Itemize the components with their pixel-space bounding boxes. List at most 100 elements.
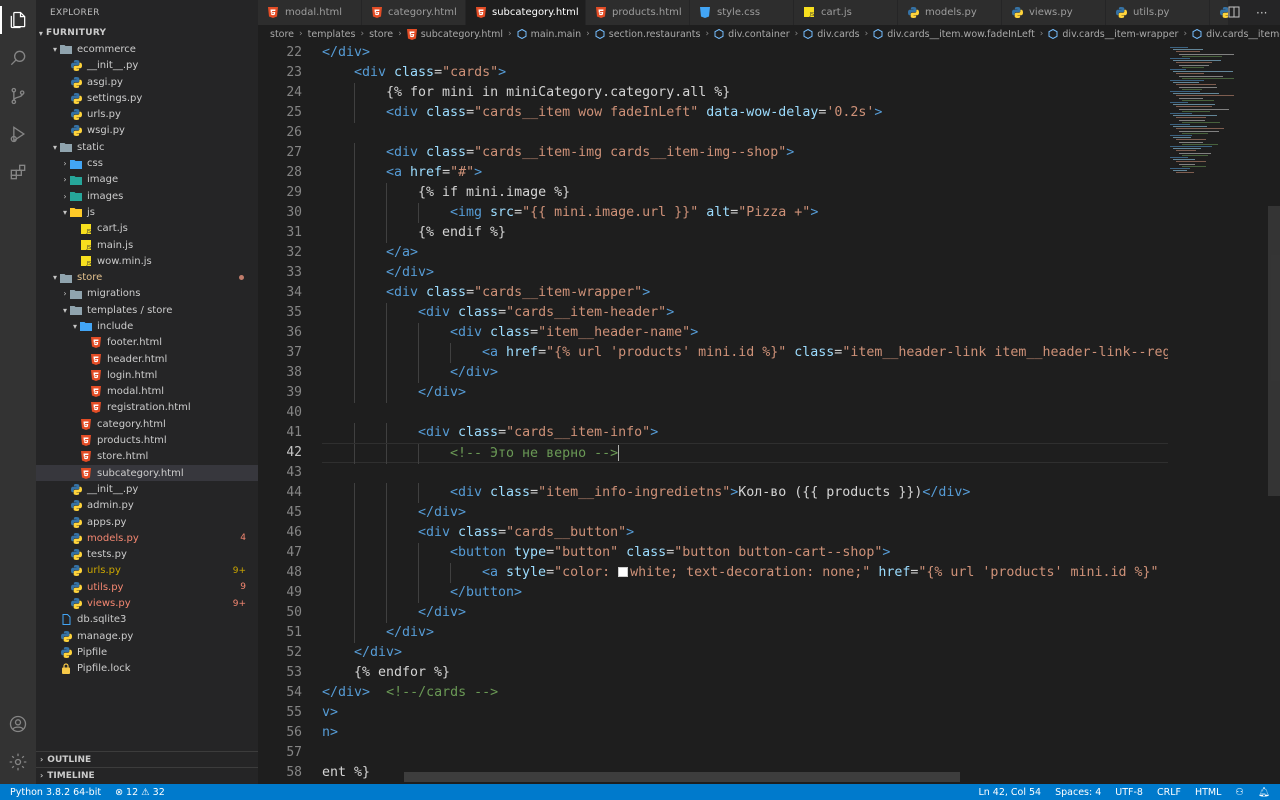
code-line[interactable]: {% for mini in miniCategory.category.all… <box>322 83 1168 103</box>
code-line[interactable]: <div class="cards__item-wrapper"> <box>322 283 1168 303</box>
tree-file[interactable]: settings.py <box>36 90 258 106</box>
code-line[interactable]: </div> <box>322 643 1168 663</box>
tree-file[interactable]: header.html <box>36 351 258 367</box>
tree-folder[interactable]: ▾ js <box>36 204 258 220</box>
breadcrumb-item[interactable]: div.cards__item.wow.fadeInLeft <box>873 29 1035 40</box>
code-line[interactable]: </div> <box>322 43 1168 63</box>
code-line[interactable] <box>322 743 1168 763</box>
notifications-bell-icon[interactable]: 🔔︎ <box>1258 787 1270 798</box>
settings-gear-icon[interactable] <box>0 744 36 780</box>
more-actions-icon[interactable]: ··· <box>1256 6 1267 20</box>
breadcrumb-item[interactable]: main.main <box>517 29 581 40</box>
tree-folder[interactable]: ▾ static <box>36 139 258 155</box>
tree-file[interactable]: JS cart.js <box>36 221 258 237</box>
code-line[interactable]: <div class="cards__button"> <box>322 523 1168 543</box>
extensions-icon[interactable] <box>0 154 36 190</box>
code-line[interactable]: n> <box>322 723 1168 743</box>
tree-file[interactable]: tests.py <box>36 547 258 563</box>
breadcrumb-item[interactable]: templates <box>308 29 356 40</box>
code-line[interactable]: <div class="cards__item-img cards__item-… <box>322 143 1168 163</box>
color-swatch[interactable] <box>618 567 629 577</box>
tree-folder[interactable]: › migrations <box>36 286 258 302</box>
code-line[interactable]: </div> <box>322 363 1168 383</box>
editor-tab[interactable]: modal.html <box>258 0 362 25</box>
editor-tab[interactable]: views.py <box>1002 0 1106 25</box>
editor-tab[interactable]: utils.py <box>1106 0 1210 25</box>
tree-folder[interactable]: › image <box>36 172 258 188</box>
code-editor[interactable]: 22 23 24 25 26 27 28 29 30 31 32 33 34 35 36 37 38 39 40 41… <box>258 43 1280 784</box>
tree-file[interactable]: JS wow.min.js <box>36 253 258 269</box>
tree-folder[interactable]: ▾ ecommerce <box>36 41 258 57</box>
timeline-section[interactable]: › TIMELINE <box>36 767 258 783</box>
code-area[interactable]: </div> <div class="cards"> {% for mini in … <box>322 43 1168 783</box>
code-line[interactable]: </div> <box>322 603 1168 623</box>
code-line[interactable]: <img src="{{ mini.image.url }}" alt="Piz… <box>322 203 1168 223</box>
tree-file[interactable]: __init__.py <box>36 58 258 74</box>
problems-indicator[interactable]: ⊗ 12 ⚠ 32 <box>115 787 165 798</box>
tree-file[interactable]: urls.py 9+ <box>36 563 258 579</box>
outline-section[interactable]: › OUTLINE <box>36 751 258 767</box>
run-debug-icon[interactable] <box>0 116 36 152</box>
account-icon[interactable] <box>0 706 36 742</box>
vertical-scrollbar[interactable] <box>1268 206 1280 496</box>
code-line[interactable] <box>322 403 1168 423</box>
tree-file[interactable]: login.html <box>36 367 258 383</box>
breadcrumb-item[interactable]: div.cards__item-info <box>1192 29 1280 40</box>
indentation[interactable]: Spaces: 4 <box>1055 787 1101 798</box>
editor-tab[interactable]: style.css <box>690 0 794 25</box>
language-mode[interactable]: HTML <box>1195 787 1221 798</box>
breadcrumb-item[interactable]: div.cards <box>803 29 860 40</box>
code-line[interactable]: <a href="#"> <box>322 163 1168 183</box>
code-line[interactable]: </button> <box>322 583 1168 603</box>
code-line[interactable]: {% if mini.image %} <box>322 183 1168 203</box>
tree-folder[interactable]: ▾ include <box>36 318 258 334</box>
code-line[interactable]: v> <box>322 703 1168 723</box>
tree-file[interactable]: subcategory.html <box>36 465 258 482</box>
tree-file[interactable]: manage.py <box>36 628 258 644</box>
code-line[interactable]: </div> <box>322 263 1168 283</box>
tree-file[interactable]: asgi.py <box>36 74 258 90</box>
python-interpreter[interactable]: Python 3.8.2 64-bit <box>10 787 101 798</box>
code-line[interactable]: {% endfor %} <box>322 663 1168 683</box>
breadcrumb-item[interactable]: div.cards__item-wrapper <box>1048 29 1178 40</box>
code-line[interactable] <box>322 463 1168 483</box>
code-line[interactable]: <div class="item__header-name"> <box>322 323 1168 343</box>
tree-file[interactable]: wsgi.py <box>36 123 258 139</box>
breadcrumb-item[interactable]: store <box>369 29 393 40</box>
code-line[interactable]: </div> <!--/cards --> <box>322 683 1168 703</box>
breadcrumb-item[interactable]: subcategory.html <box>406 28 503 40</box>
tree-folder[interactable]: ▾ templates / store <box>36 302 258 318</box>
tree-folder[interactable]: › css <box>36 155 258 171</box>
tree-file[interactable]: footer.html <box>36 335 258 351</box>
code-line[interactable]: <div class="cards__item wow fadeInLeft" … <box>322 103 1168 123</box>
code-line[interactable]: <a href="{% url 'products' mini.id %}" c… <box>322 343 1168 363</box>
end-of-line[interactable]: CRLF <box>1157 787 1181 798</box>
tree-file[interactable]: urls.py <box>36 106 258 122</box>
tree-file[interactable]: __init__.py <box>36 481 258 497</box>
code-line[interactable]: <div class="cards__item-info"> <box>322 423 1168 443</box>
split-editor-icon[interactable] <box>1228 3 1240 22</box>
code-line[interactable]: <!-- Это не верно --> <box>322 443 1168 464</box>
tree-file[interactable]: admin.py <box>36 498 258 514</box>
code-line[interactable] <box>322 123 1168 143</box>
editor-tab[interactable]: models.py <box>898 0 1002 25</box>
tree-file[interactable]: category.html <box>36 416 258 432</box>
tree-file[interactable]: views.py 9+ <box>36 595 258 611</box>
tree-file[interactable]: store.html <box>36 449 258 465</box>
search-icon[interactable] <box>0 40 36 76</box>
tree-file[interactable]: models.py 4 <box>36 530 258 546</box>
encoding[interactable]: UTF-8 <box>1115 787 1143 798</box>
tree-file[interactable]: apps.py <box>36 514 258 530</box>
tree-file[interactable]: modal.html <box>36 384 258 400</box>
code-line[interactable]: <div class="cards__item-header"> <box>322 303 1168 323</box>
cursor-position[interactable]: Ln 42, Col 54 <box>978 787 1041 798</box>
tree-file[interactable]: Pipfile <box>36 644 258 660</box>
tree-folder[interactable]: ▾ store <box>36 269 258 285</box>
breadcrumb-item[interactable]: store <box>270 29 294 40</box>
minimap[interactable] <box>1168 43 1266 784</box>
code-line[interactable]: <div class="cards"> <box>322 63 1168 83</box>
tree-file[interactable]: db.sqlite3 <box>36 612 258 628</box>
live-share-icon[interactable]: ⚇ <box>1235 787 1244 798</box>
tree-file[interactable]: utils.py 9 <box>36 579 258 595</box>
workspace-root[interactable]: ▾ FURNITURY <box>36 25 258 41</box>
